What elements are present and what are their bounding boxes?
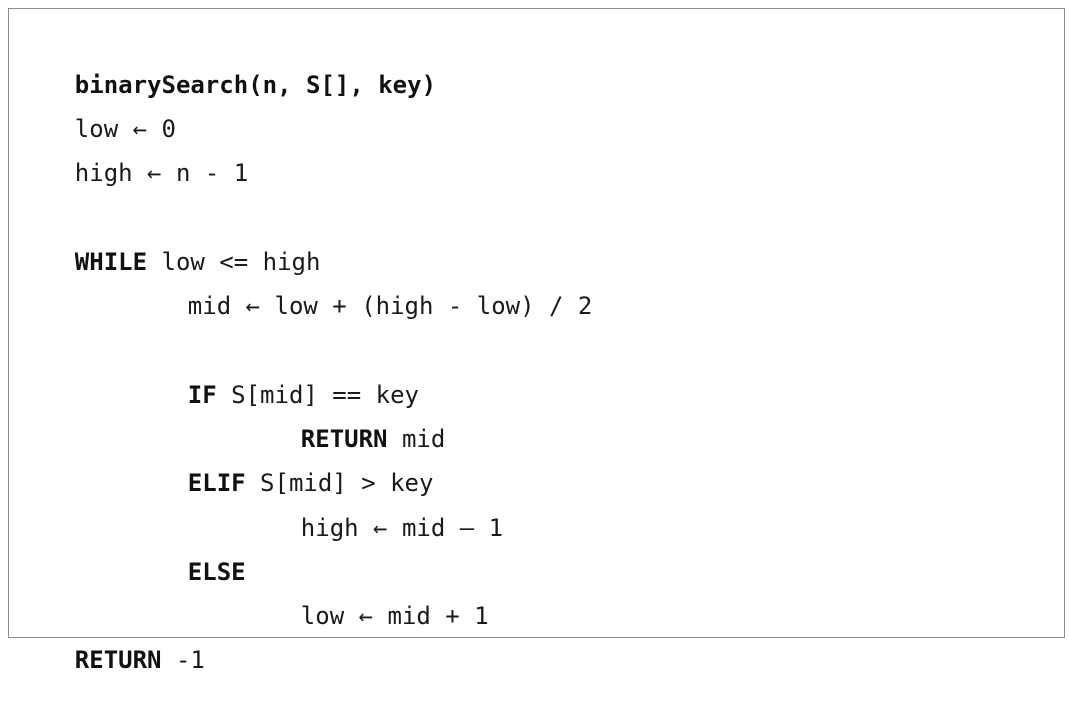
final-return-value: -1 — [161, 646, 205, 674]
high-update-line: high ← mid – 1 — [17, 462, 503, 542]
if-line: IF S[mid] == key — [17, 329, 419, 409]
elif-line: ELIF S[mid] > key — [17, 417, 434, 497]
low-init-line: low ← 0 — [17, 63, 176, 143]
return-mid-line: RETURN mid — [17, 373, 446, 453]
high-init-statement: high ← n - 1 — [74, 159, 249, 187]
low-update-line: low ← mid + 1 — [17, 550, 489, 630]
mid-statement: mid ← low + (high - low) / 2 — [187, 292, 593, 320]
function-signature-line: binarySearch(n, S[], key) — [17, 19, 436, 99]
else-line: ELSE — [17, 506, 246, 586]
pseudocode-block: binarySearch(n, S[], key) low ← 0 high ←… — [8, 8, 1065, 674]
low-update-statement: low ← mid + 1 — [300, 602, 489, 630]
final-return-line: RETURN -1 — [17, 594, 205, 674]
mid-line: mid ← low + (high - low) / 2 — [17, 240, 593, 320]
while-line: WHILE low <= high — [17, 196, 321, 276]
final-return-keyword: RETURN — [74, 646, 162, 674]
high-init-line: high ← n - 1 — [17, 107, 248, 187]
high-update-statement: high ← mid – 1 — [300, 514, 504, 542]
